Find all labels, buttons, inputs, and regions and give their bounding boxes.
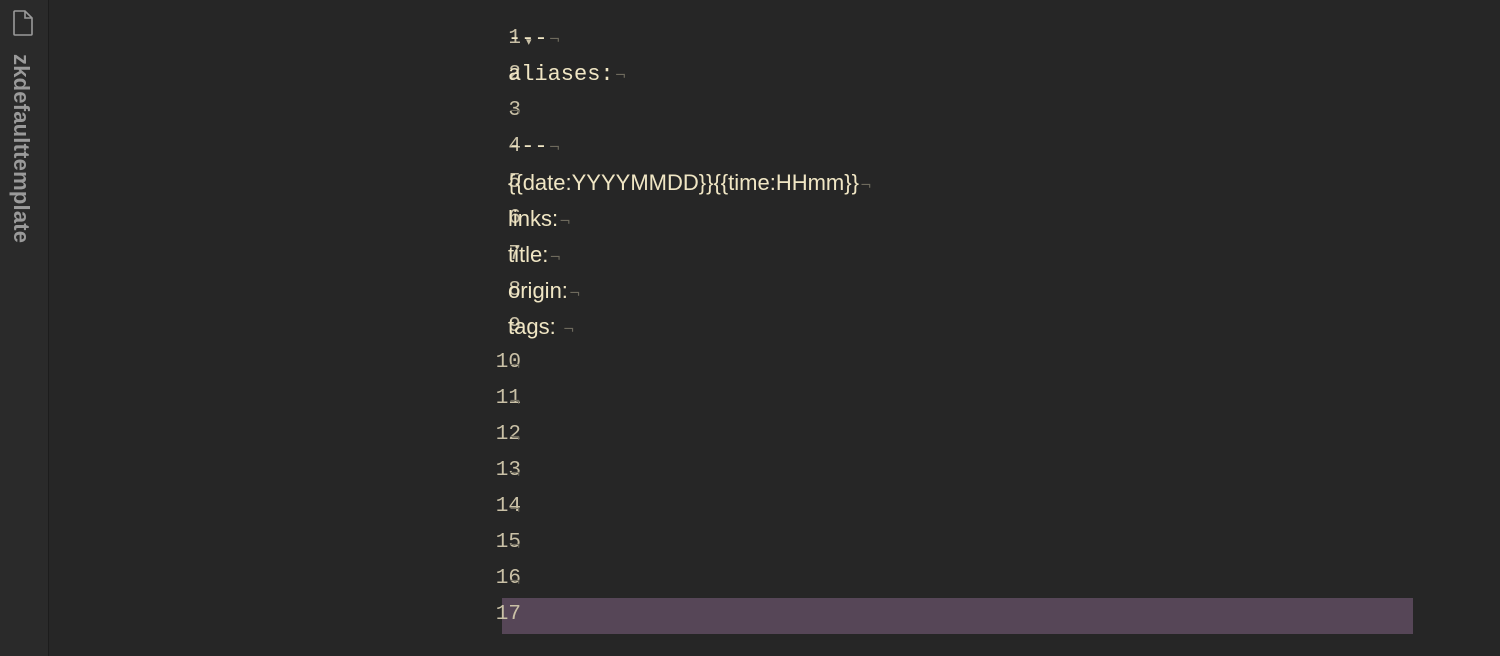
editor-line[interactable]: 16 ¬ bbox=[49, 562, 1500, 598]
editor-area[interactable]: 1 ▾ ---¬ 2 aliases:¬ 3 ¬ 4 ---¬ 5 {{date… bbox=[49, 0, 1500, 656]
editor-line[interactable]: 10 ¬ bbox=[49, 346, 1500, 382]
line-content[interactable]: ¬ bbox=[508, 458, 521, 484]
eol-marker: ¬ bbox=[548, 140, 561, 156]
line-content[interactable]: links:¬ bbox=[508, 206, 571, 232]
line-text: --- bbox=[508, 26, 548, 51]
editor-line[interactable]: 15 ¬ bbox=[49, 526, 1500, 562]
eol-marker: ¬ bbox=[509, 574, 521, 590]
eol-marker: ¬ bbox=[509, 430, 521, 446]
eol-marker: ¬ bbox=[614, 68, 627, 84]
line-text: origin: bbox=[508, 278, 568, 303]
eol-marker: ¬ bbox=[568, 286, 581, 302]
editor-line[interactable]: 6 links:¬ bbox=[49, 202, 1500, 238]
eol-marker: ¬ bbox=[549, 250, 562, 266]
line-content[interactable]: aliases:¬ bbox=[508, 62, 626, 87]
eol-marker: ¬ bbox=[548, 32, 561, 48]
line-content[interactable]: ---¬ bbox=[508, 134, 560, 159]
eol-marker: ¬ bbox=[859, 178, 872, 194]
line-content[interactable]: ¬ bbox=[508, 530, 521, 556]
line-content[interactable]: tags: ¬ bbox=[508, 314, 575, 340]
file-icon[interactable] bbox=[12, 10, 34, 36]
line-content[interactable]: ---¬ bbox=[508, 26, 560, 51]
editor-line[interactable]: 2 aliases:¬ bbox=[49, 58, 1500, 94]
line-content[interactable]: ¬ bbox=[508, 566, 521, 592]
eol-marker: ¬ bbox=[509, 358, 521, 374]
editor-line[interactable]: 7 title:¬ bbox=[49, 238, 1500, 274]
editor-line[interactable]: 4 ---¬ bbox=[49, 130, 1500, 166]
vertical-tab-strip[interactable]: zkdefaulttemplate bbox=[0, 0, 49, 656]
line-text: --- bbox=[508, 134, 548, 159]
eol-marker: ¬ bbox=[509, 394, 521, 410]
editor-line[interactable]: 11 ¬ bbox=[49, 382, 1500, 418]
line-content[interactable]: ¬ bbox=[508, 386, 521, 412]
eol-marker: ¬ bbox=[509, 502, 521, 518]
editor-line[interactable]: 12 ¬ bbox=[49, 418, 1500, 454]
eol-marker: ¬ bbox=[562, 322, 575, 338]
editor-line[interactable]: 14 ¬ bbox=[49, 490, 1500, 526]
line-text: title: bbox=[508, 242, 549, 267]
eol-marker: ¬ bbox=[509, 466, 521, 482]
line-text: {{date:YYYYMMDD}}{{time:HHmm}} bbox=[508, 170, 859, 195]
line-text: links: bbox=[508, 206, 559, 231]
line-content[interactable]: ¬ bbox=[508, 494, 521, 520]
line-number: 17 bbox=[495, 603, 521, 626]
line-content[interactable]: ¬ bbox=[508, 422, 521, 448]
line-text: aliases: bbox=[508, 62, 614, 87]
eol-marker: ¬ bbox=[509, 104, 521, 120]
line-content[interactable]: ¬ bbox=[508, 98, 521, 123]
editor-line[interactable]: 5 {{date:YYYYMMDD}}{{time:HHmm}}¬ bbox=[49, 166, 1500, 202]
editor-line[interactable]: 13 ¬ bbox=[49, 454, 1500, 490]
line-content[interactable]: title:¬ bbox=[508, 242, 561, 268]
eol-marker: ¬ bbox=[509, 538, 521, 554]
line-content[interactable]: origin:¬ bbox=[508, 278, 581, 304]
editor-line[interactable]: 1 ▾ ---¬ bbox=[49, 22, 1500, 58]
eol-marker: ¬ bbox=[559, 214, 571, 230]
line-content[interactable]: {{date:YYYYMMDD}}{{time:HHmm}}¬ bbox=[508, 170, 872, 196]
line-text: tags: bbox=[508, 314, 562, 339]
editor-line[interactable]: 3 ¬ bbox=[49, 94, 1500, 130]
editor-line[interactable]: 8 origin:¬ bbox=[49, 274, 1500, 310]
obsidian-editor-window: zkdefaulttemplate 1 ▾ ---¬ 2 aliases:¬ 3… bbox=[0, 0, 1500, 656]
editor-line[interactable]: 9 tags: ¬ bbox=[49, 310, 1500, 346]
file-title[interactable]: zkdefaulttemplate bbox=[8, 54, 34, 243]
line-content[interactable]: ¬ bbox=[508, 350, 521, 376]
editor-line-active[interactable]: 17 bbox=[49, 598, 1500, 634]
